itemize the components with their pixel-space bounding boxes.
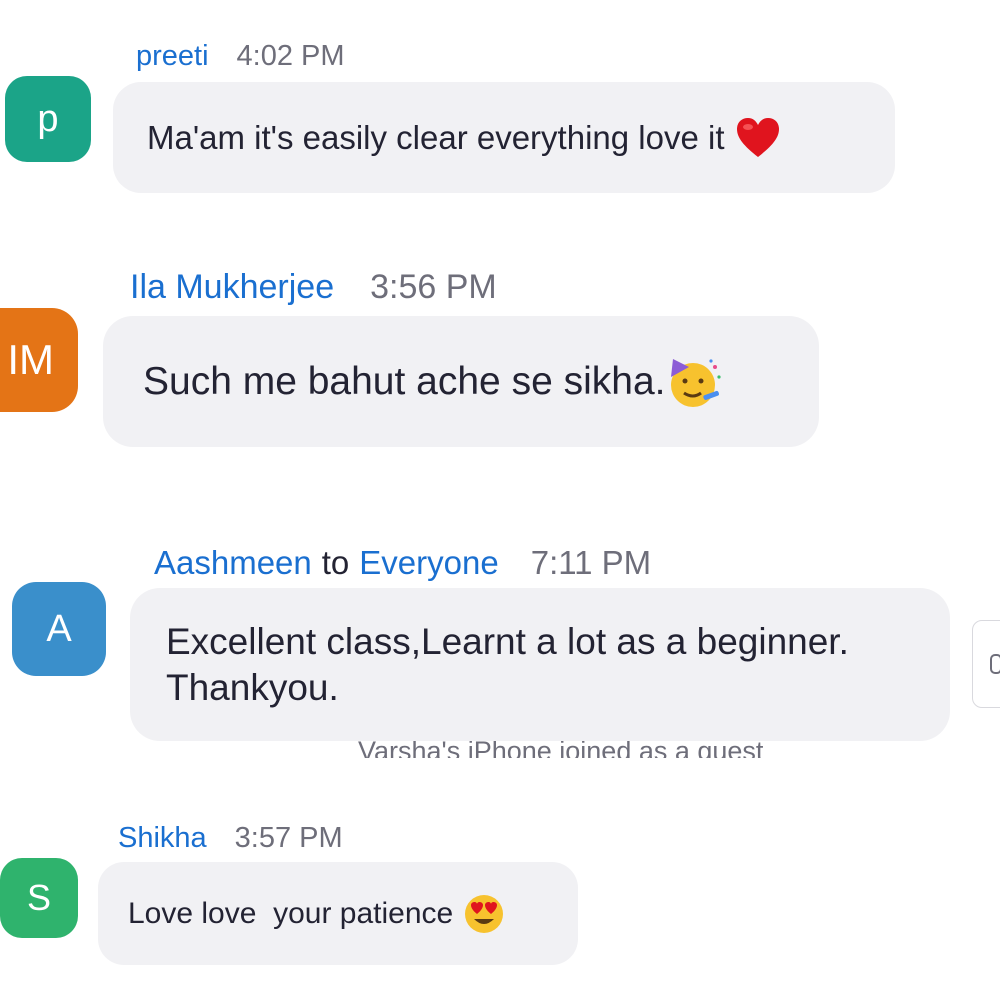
partying-face-icon bbox=[671, 358, 722, 407]
avatar[interactable]: p bbox=[5, 76, 91, 162]
avatar-initials: p bbox=[37, 97, 59, 140]
chat-panel: preeti 4:02 PM p Ma'am it's easily clear… bbox=[0, 0, 1000, 1000]
message-header: preeti 4:02 PM bbox=[136, 40, 345, 73]
message-time: 4:02 PM bbox=[236, 40, 345, 72]
message-time: 7:11 PM bbox=[530, 544, 652, 581]
sender-name[interactable]: preeti bbox=[136, 40, 209, 73]
to-word: to bbox=[321, 544, 350, 581]
more-options-button[interactable] bbox=[972, 620, 1000, 708]
sender-name[interactable]: Ila Mukherjee bbox=[130, 268, 334, 307]
recipient-name[interactable]: Everyone bbox=[359, 544, 498, 582]
avatar[interactable]: A bbox=[12, 582, 106, 676]
message-header: Aashmeen to Everyone 7:11 PM bbox=[154, 544, 651, 582]
message-text-line: Thankyou. bbox=[166, 666, 339, 708]
message-text: Ma'am it's easily clear everything love … bbox=[147, 118, 725, 156]
avatar-initials: IM bbox=[7, 336, 54, 383]
message-text: Love love your patience bbox=[128, 896, 454, 930]
message-bubble[interactable]: Ma'am it's easily clear everything love … bbox=[113, 82, 895, 193]
red-heart-icon bbox=[737, 117, 780, 157]
more-options-icon bbox=[990, 654, 1000, 674]
avatar[interactable]: IM bbox=[0, 308, 78, 412]
message-bubble[interactable]: Love love your patience bbox=[98, 862, 578, 965]
message-bubble[interactable]: Excellent class,Learnt a lot as a beginn… bbox=[130, 588, 950, 741]
sender-name[interactable]: Shikha bbox=[118, 822, 207, 855]
message-time: 3:56 PM bbox=[370, 268, 497, 306]
message-bubble[interactable]: Such me bahut ache se sikha. bbox=[103, 316, 819, 447]
message-text: Such me bahut ache se sikha. bbox=[143, 359, 666, 403]
avatar-initials: A bbox=[46, 607, 72, 650]
sender-name[interactable]: Aashmeen bbox=[154, 544, 312, 582]
message-header: Ila Mukherjee 3:56 PM bbox=[130, 268, 497, 307]
heart-eyes-icon bbox=[465, 894, 504, 933]
avatar[interactable]: S bbox=[0, 858, 78, 938]
message-text-line: Excellent class,Learnt a lot as a beginn… bbox=[166, 620, 849, 662]
message-time: 3:57 PM bbox=[234, 822, 343, 854]
message-header: Shikha 3:57 PM bbox=[118, 822, 343, 855]
avatar-initials: S bbox=[26, 877, 51, 918]
